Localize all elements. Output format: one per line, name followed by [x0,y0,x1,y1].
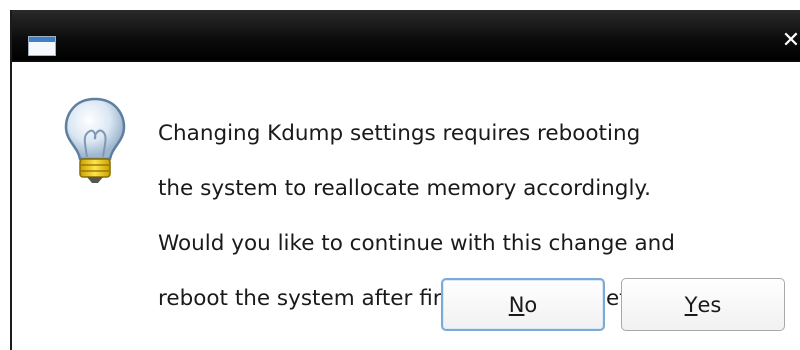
yes-button[interactable]: Yes [621,278,785,331]
window-icon[interactable] [28,36,56,56]
kdump-confirm-dialog: ✕ Changing Kdump settings requires reboo… [10,10,800,350]
yes-button-mnemonic: Y [684,292,698,317]
no-button-label: o [524,292,538,317]
message-line: the system to reallocate memory accordin… [158,175,651,201]
yes-button-label: es [697,292,722,317]
no-button[interactable]: No [441,278,605,331]
close-icon[interactable]: ✕ [776,26,800,56]
message-line: Changing Kdump settings requires rebooti… [158,120,641,146]
message-line: Would you like to continue with this cha… [158,230,675,256]
lightbulb-icon [64,97,126,183]
title-bar[interactable]: ✕ [12,10,800,62]
no-button-mnemonic: N [508,292,525,317]
